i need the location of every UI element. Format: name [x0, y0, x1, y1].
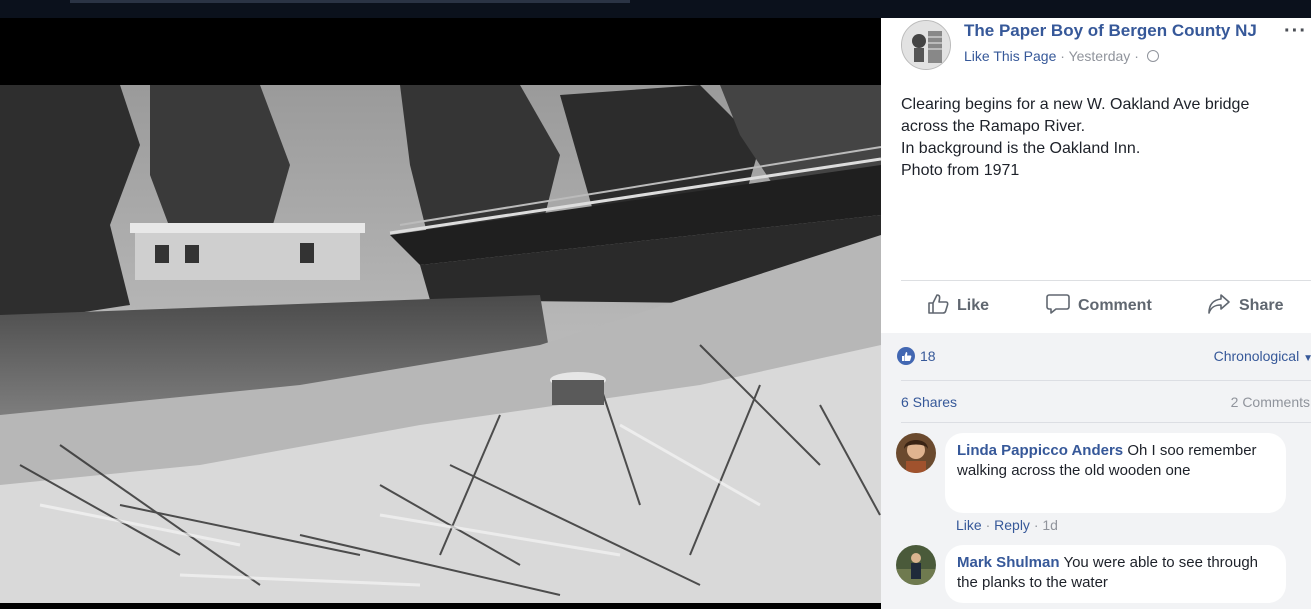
- comment-order-label: Chronological: [1213, 348, 1300, 364]
- meta-separator: ·: [1056, 48, 1069, 64]
- post-caption: Clearing begins for a new W. Oakland Ave…: [901, 94, 1301, 182]
- globe-icon: [1146, 50, 1159, 62]
- post-meta: Like This Page · Yesterday ·: [964, 48, 1159, 64]
- divider: [901, 280, 1311, 281]
- more-icon[interactable]: ···: [1284, 20, 1307, 43]
- dropdown-caret-icon: ▼: [1303, 353, 1311, 364]
- like-reaction-icon: [897, 347, 915, 365]
- caption-line: In background is the Oakland Inn.: [901, 140, 1141, 157]
- share-button[interactable]: Share: [1207, 288, 1283, 324]
- comment-bubble: Linda Pappicco Anders Oh I soo remember …: [945, 433, 1286, 513]
- like-button-label: Like: [957, 297, 990, 314]
- avatar[interactable]: [896, 545, 936, 585]
- post-photo[interactable]: [0, 85, 881, 603]
- comment-order-dropdown[interactable]: Chronological ▼: [1214, 348, 1311, 364]
- comment-author-link[interactable]: Linda Pappicco Anders: [957, 442, 1123, 459]
- reactions-count: 18: [920, 348, 936, 364]
- share-icon: [1207, 293, 1231, 320]
- avatar[interactable]: [896, 433, 936, 473]
- stats-divider-2: [901, 422, 1311, 423]
- page-name-link[interactable]: The Paper Boy of Bergen County NJ: [964, 21, 1257, 41]
- shares-count-link[interactable]: 6 Shares: [901, 394, 957, 410]
- comment-age[interactable]: 1d: [1042, 517, 1058, 533]
- page-avatar[interactable]: [901, 20, 951, 70]
- like-button[interactable]: Like: [927, 288, 989, 324]
- post-actions: Like Comment Share: [901, 288, 1311, 324]
- thumbs-up-icon: [927, 293, 949, 320]
- reactions-summary[interactable]: 18: [897, 347, 936, 365]
- comment-author-link[interactable]: Mark Shulman: [957, 554, 1060, 571]
- share-button-label: Share: [1239, 297, 1284, 314]
- comment-button-label: Comment: [1078, 297, 1152, 314]
- meta-separator-2: ·: [1130, 48, 1143, 64]
- like-this-page-link[interactable]: Like This Page: [964, 48, 1056, 64]
- top-search-strip: [70, 0, 630, 3]
- stats-divider: [901, 380, 1311, 381]
- comment-actions: Like · Reply · 1d: [956, 517, 1058, 533]
- comment-button[interactable]: Comment: [1046, 288, 1152, 324]
- comment-bubble: Mark Shulman You were able to see throug…: [945, 545, 1286, 603]
- comment-like-link[interactable]: Like: [956, 517, 982, 533]
- caption-line: Photo from 1971: [901, 162, 1020, 179]
- caption-line: Clearing begins for a new W. Oakland Ave…: [901, 96, 1250, 113]
- post-timestamp[interactable]: Yesterday: [1069, 48, 1131, 64]
- top-navigation-bar: [0, 0, 1311, 18]
- comment-reply-link[interactable]: Reply: [994, 517, 1030, 533]
- comments-count-link[interactable]: 2 Comments: [1231, 394, 1310, 410]
- photo-viewer: [0, 18, 881, 609]
- post-details-panel: The Paper Boy of Bergen County NJ Like T…: [881, 18, 1311, 609]
- comment-icon: [1046, 293, 1070, 320]
- caption-line: across the Ramapo River.: [901, 118, 1086, 135]
